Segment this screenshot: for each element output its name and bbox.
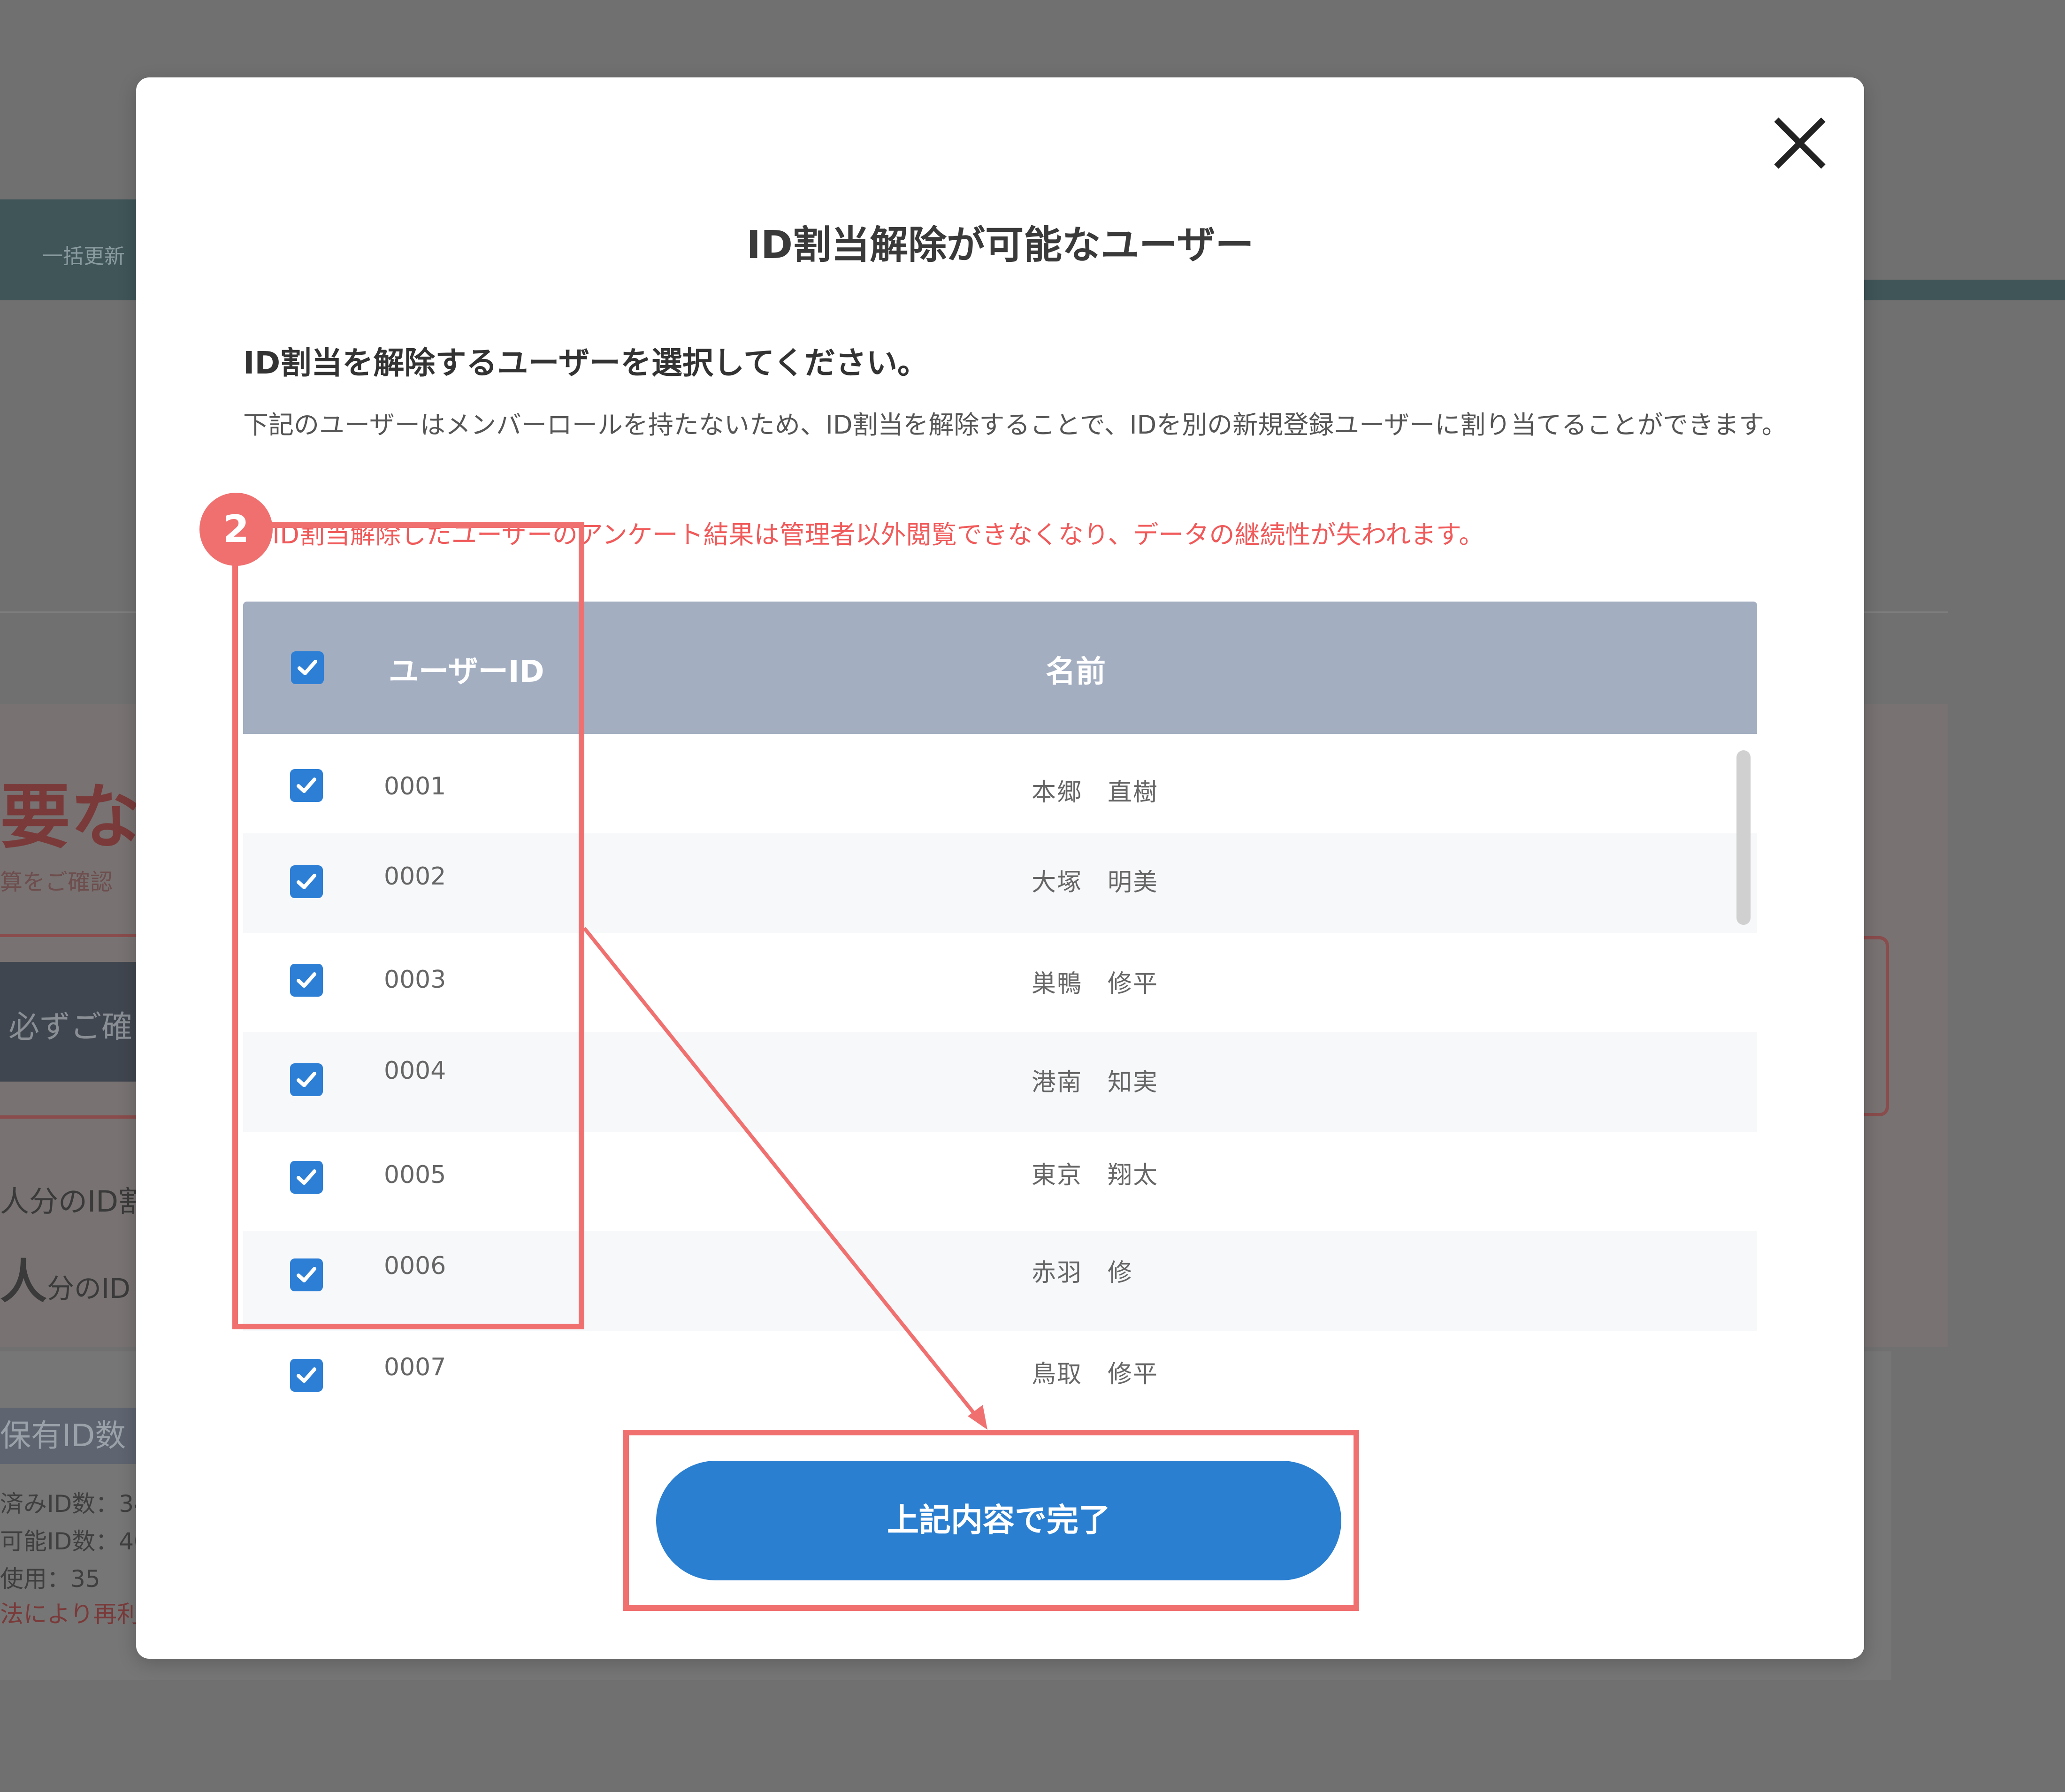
annotation-arrow-icon: [582, 927, 987, 1430]
step-badge: 2: [199, 493, 273, 566]
